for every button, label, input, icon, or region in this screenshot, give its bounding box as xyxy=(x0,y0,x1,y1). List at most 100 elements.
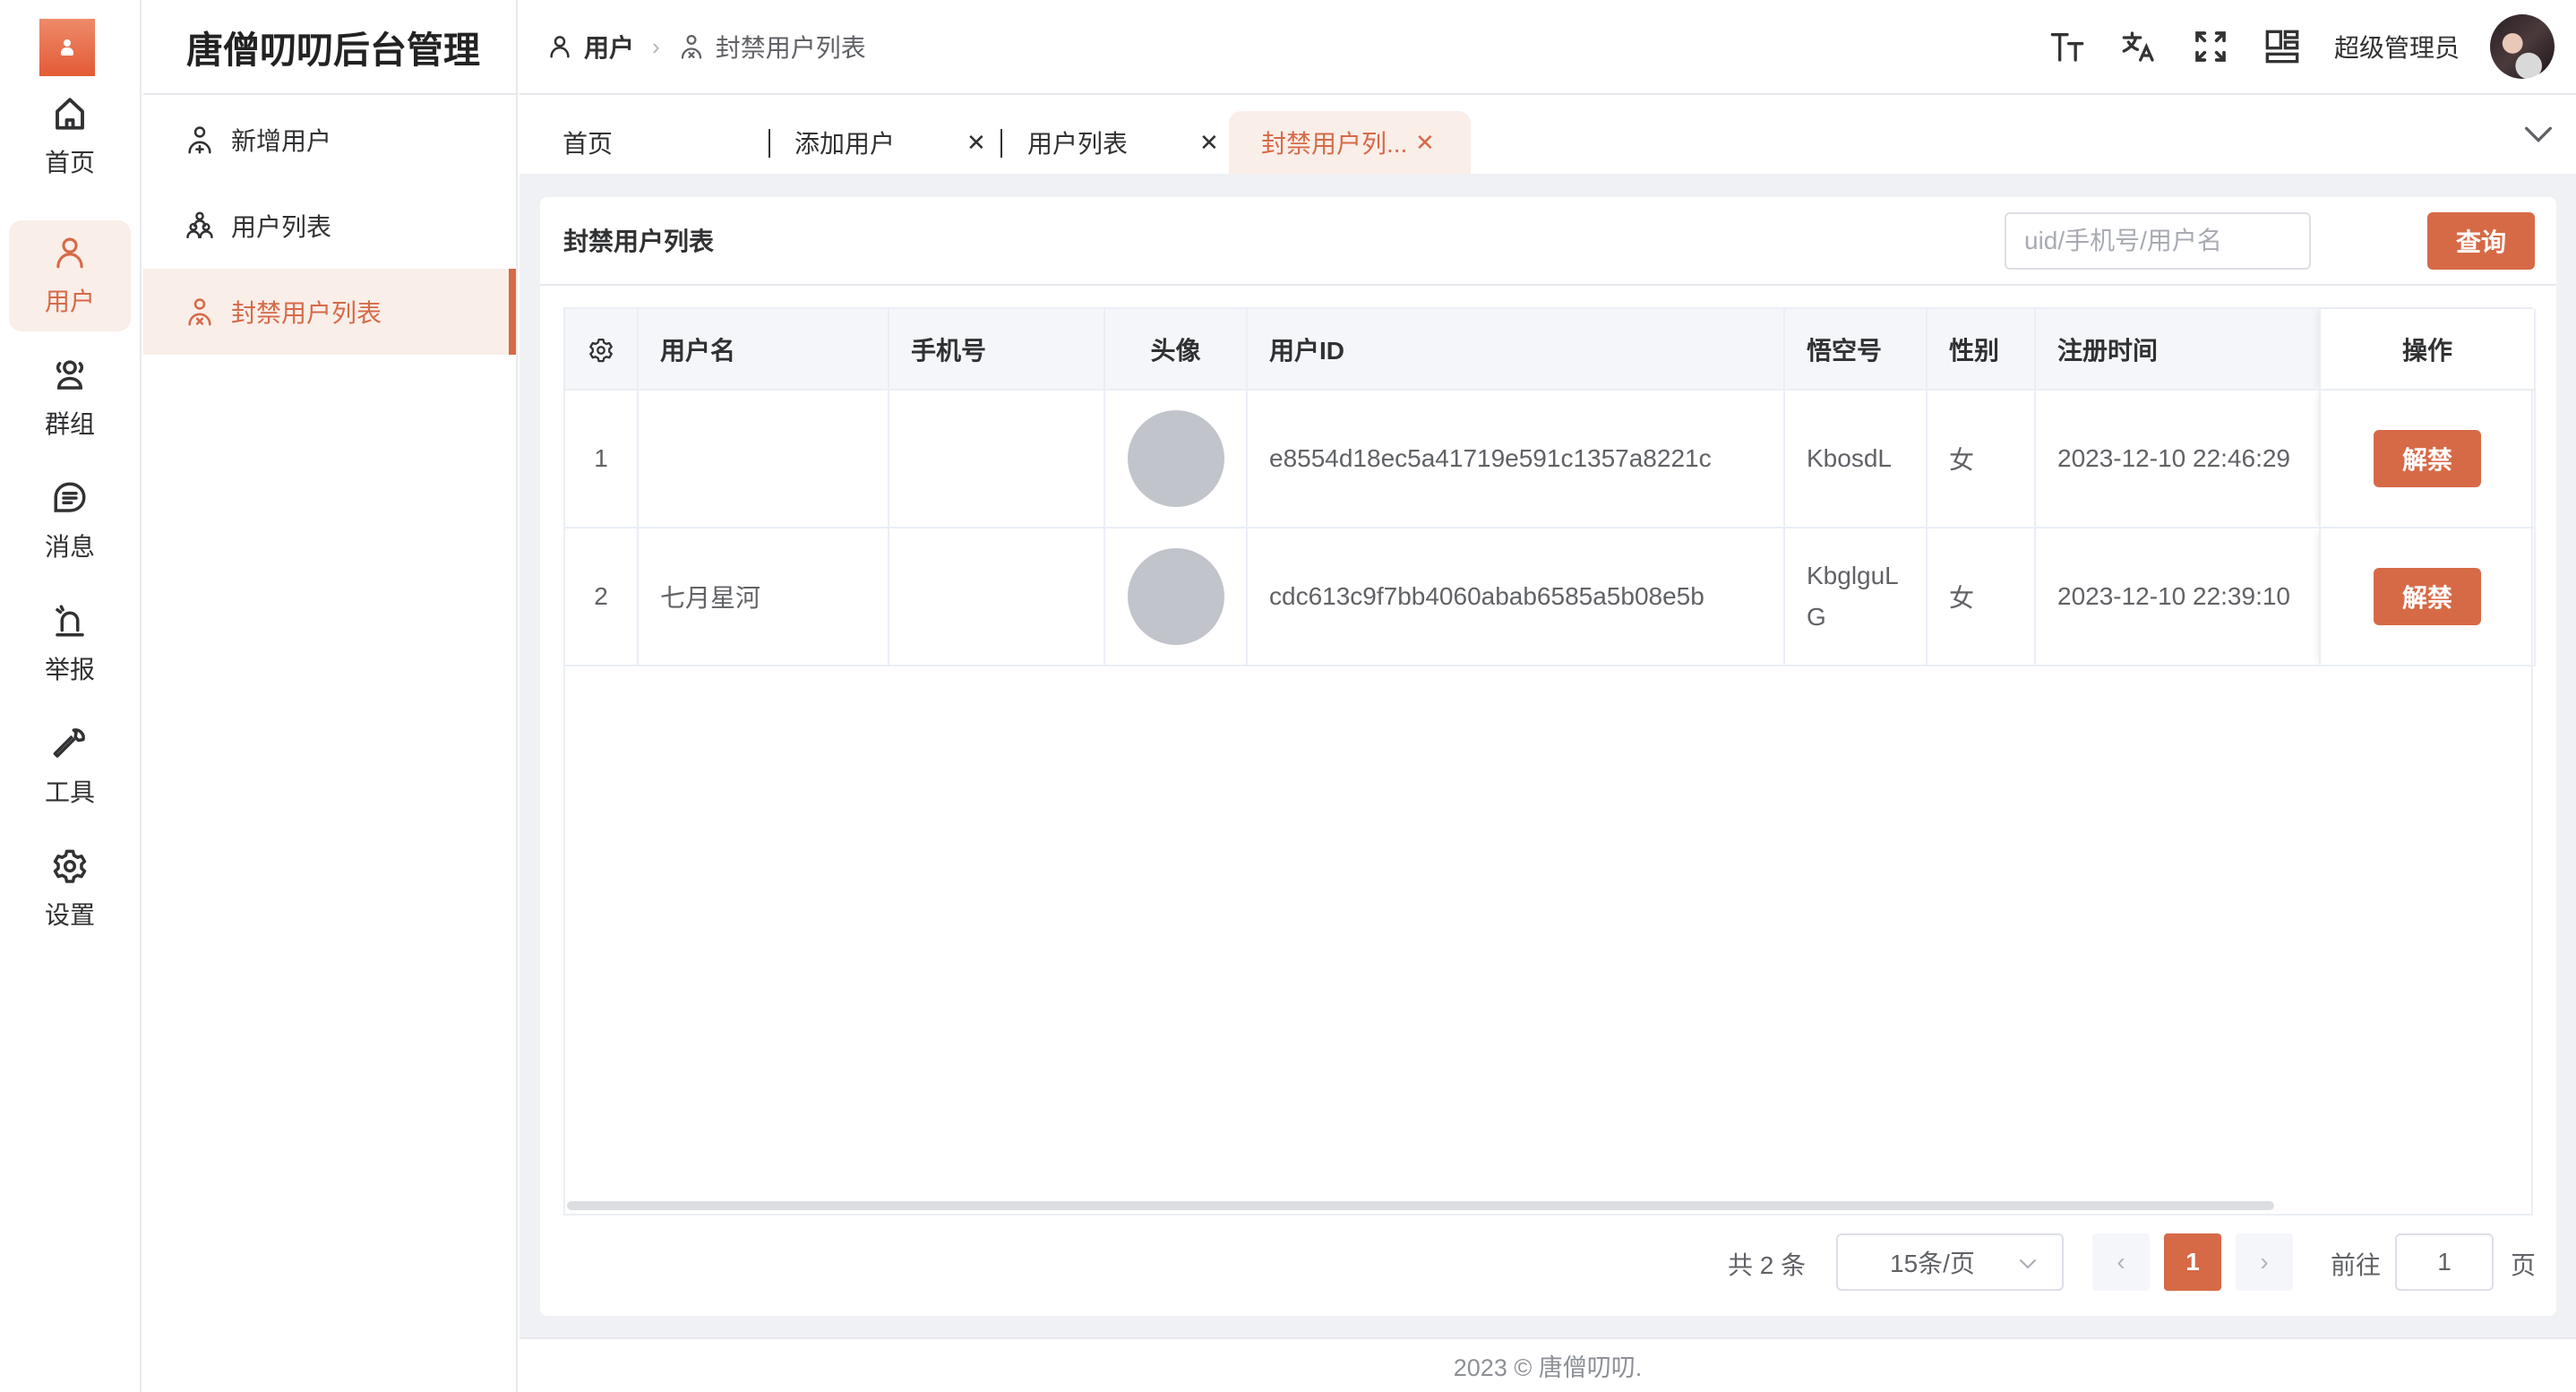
footer-copyright: 2023 © 唐僧叨叨. xyxy=(1453,1354,1643,1381)
submenu-label: 新增用户 xyxy=(231,127,332,155)
page-size-value: 15条/页 xyxy=(1890,1250,1975,1277)
rail-item-label: 设置 xyxy=(44,901,95,929)
horizontal-scrollbar[interactable] xyxy=(567,1201,2274,1210)
row-index: 2 xyxy=(565,528,639,666)
user-banned-icon xyxy=(188,298,211,326)
table-row: 2 七月星河 cdc613c9f7bb4060abab6585a5b08e5b … xyxy=(565,528,2536,666)
layout-button[interactable] xyxy=(2263,27,2302,66)
card-header: 封禁用户列表 查询 xyxy=(540,197,2556,286)
row-actions: 解禁 xyxy=(2320,390,2536,528)
avatar-placeholder xyxy=(1127,548,1224,645)
banned-users-table: 用户名 手机号 头像 用户ID 悟空号 性别 注册时间 操作 1 e8554d1… xyxy=(563,307,2536,1216)
app-logo[interactable] xyxy=(39,19,95,76)
unban-button[interactable]: 解禁 xyxy=(2374,430,2481,487)
chevron-down-icon xyxy=(2020,1259,2036,1269)
rail-item-home[interactable]: 首页 xyxy=(9,82,131,193)
font-size-button[interactable] xyxy=(2048,27,2087,66)
app-title: 唐僧叨叨后台管理 xyxy=(143,0,516,95)
home-icon xyxy=(56,98,84,130)
column-username: 用户名 xyxy=(638,309,889,391)
row-wukong-id: KbosdL xyxy=(1784,390,1928,528)
query-button[interactable]: 查询 xyxy=(2427,212,2535,270)
wrench-icon xyxy=(53,728,85,758)
user-banned-icon xyxy=(681,35,701,59)
prev-page-button[interactable]: ‹ xyxy=(2092,1233,2150,1291)
page-size-select[interactable]: 15条/页 xyxy=(1836,1233,2064,1291)
close-icon[interactable]: ✕ xyxy=(1199,129,1219,157)
tab-label: 用户列表 xyxy=(1027,130,1129,158)
row-wukong-id: KbglguLG xyxy=(1784,528,1928,666)
tab-label: 添加用户 xyxy=(794,130,896,158)
rail-item-tools[interactable]: 工具 xyxy=(9,711,131,822)
goto-label: 前往 xyxy=(2331,1251,2382,1279)
rail-item-user[interactable]: 用户 xyxy=(9,220,131,331)
rail-item-group[interactable]: 群组 xyxy=(9,343,131,454)
row-user-id: cdc613c9f7bb4060abab6585a5b08e5b xyxy=(1247,528,1785,666)
rail-item-settings[interactable]: 设置 xyxy=(9,834,131,945)
gear-icon xyxy=(589,338,613,363)
close-icon[interactable]: ✕ xyxy=(966,129,986,157)
layout-icon xyxy=(2265,30,2299,64)
breadcrumb-current: 封禁用户列表 xyxy=(715,34,866,62)
sub-sidebar: 唐僧叨叨后台管理 新增用户 用户列表 封禁用户列表 xyxy=(143,0,518,1392)
users-icon xyxy=(186,211,213,239)
rail-item-label: 举报 xyxy=(44,656,95,683)
translate-icon xyxy=(2122,31,2154,62)
next-page-button[interactable]: › xyxy=(2236,1233,2293,1291)
fullscreen-icon xyxy=(2195,31,2226,62)
submenu-item-banned-users[interactable]: 封禁用户列表 xyxy=(143,269,516,355)
row-username: 七月星河 xyxy=(638,528,889,666)
row-avatar-cell xyxy=(1104,528,1248,666)
page-1-button[interactable]: 1 xyxy=(2164,1233,2221,1291)
tab-user-list[interactable]: 用户列表 ✕ xyxy=(1027,111,1242,174)
column-registered: 注册时间 xyxy=(2035,309,2321,391)
message-icon xyxy=(54,482,86,512)
row-phone xyxy=(889,528,1105,666)
breadcrumb-parent[interactable]: 用户 xyxy=(584,29,634,64)
rail-item-label: 群组 xyxy=(44,410,95,438)
column-actions: 操作 xyxy=(2320,309,2536,391)
row-avatar-cell xyxy=(1104,390,1248,528)
search-input[interactable] xyxy=(2005,212,2311,270)
total-count: 共 2 条 xyxy=(1728,1251,1807,1279)
row-username xyxy=(638,390,889,528)
row-registered: 2023-12-10 22:46:29 xyxy=(2035,390,2321,528)
content-card: 封禁用户列表 查询 用户名 手机号 头像 用户ID 悟空号 性别 xyxy=(540,197,2556,1316)
column-phone: 手机号 xyxy=(889,309,1105,391)
rail-item-message[interactable]: 消息 xyxy=(9,466,131,577)
column-user-id: 用户ID xyxy=(1247,309,1785,391)
chevron-down-icon[interactable] xyxy=(2520,116,2556,152)
rail-item-report[interactable]: 举报 xyxy=(9,589,131,700)
logo-figure-icon xyxy=(60,38,74,57)
card-title: 封禁用户列表 xyxy=(563,228,715,255)
column-settings[interactable] xyxy=(565,309,639,391)
breadcrumb-separator-icon: › xyxy=(652,32,660,60)
unban-button[interactable]: 解禁 xyxy=(2374,568,2481,625)
footer: 2023 © 唐僧叨叨. xyxy=(519,1337,2576,1392)
rail-item-label: 首页 xyxy=(44,149,95,176)
tab-add-user[interactable]: 添加用户 ✕ xyxy=(794,111,1009,174)
goto-suffix: 页 xyxy=(2511,1251,2537,1279)
tab-divider xyxy=(769,129,770,158)
font-size-icon xyxy=(2050,33,2084,62)
user-avatar[interactable] xyxy=(2490,14,2555,79)
tab-divider xyxy=(1000,129,1002,158)
group-icon xyxy=(56,360,84,390)
row-index: 1 xyxy=(565,390,639,528)
tab-label: 首页 xyxy=(562,130,614,158)
rail-item-label: 工具 xyxy=(44,778,95,806)
rail-item-label: 消息 xyxy=(44,533,95,561)
pagination: 共 2 条 15条/页 ‹ 1 › 前往 页 xyxy=(540,1233,2556,1291)
tab-banned-users[interactable]: 封禁用户列... ✕ xyxy=(1229,111,1471,174)
alarm-icon xyxy=(56,605,84,637)
tab-bar: 首页 添加用户 ✕ 用户列表 ✕ 封禁用户列... ✕ xyxy=(519,95,2576,174)
goto-page-input[interactable] xyxy=(2395,1233,2494,1291)
tab-home[interactable]: 首页 xyxy=(562,111,777,174)
submenu-item-user-list[interactable]: 用户列表 xyxy=(143,183,516,269)
admin-name[interactable]: 超级管理员 xyxy=(2334,29,2460,64)
row-user-id: e8554d18ec5a41719e591c1357a8221c xyxy=(1247,390,1785,528)
submenu-item-add-user[interactable]: 新增用户 xyxy=(143,97,516,183)
fullscreen-button[interactable] xyxy=(2191,27,2230,66)
close-icon[interactable]: ✕ xyxy=(1415,129,1435,157)
language-button[interactable] xyxy=(2119,27,2159,66)
